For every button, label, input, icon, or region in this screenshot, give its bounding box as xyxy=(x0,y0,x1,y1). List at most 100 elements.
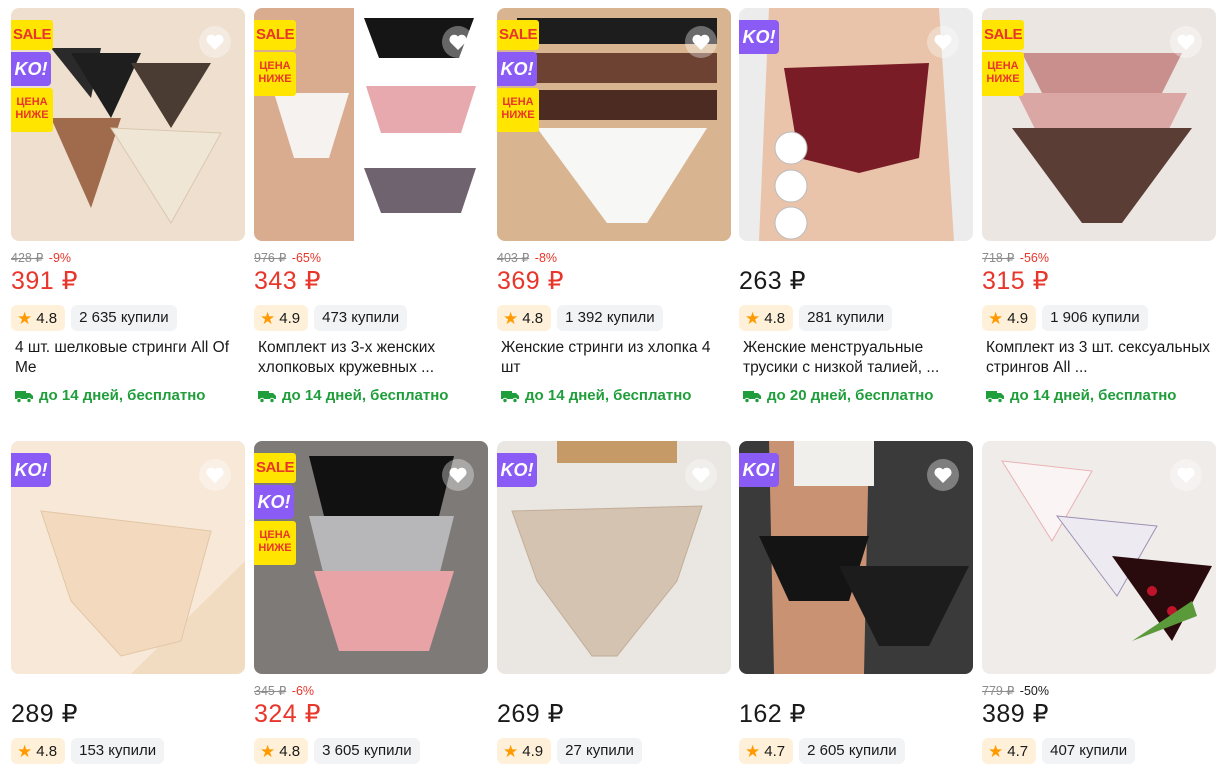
bought-count: 2 635 купили xyxy=(71,305,177,331)
product-card[interactable]: SALE KO! ЦЕНА НИЖЕ 403 ₽ -8% 369 ₽ ★ 4.8 1… xyxy=(497,8,731,404)
favorite-button[interactable] xyxy=(199,459,231,491)
product-title-link[interactable]: Комплект из 3-х женских хлопковых кружев… xyxy=(258,339,435,376)
old-price: 779 ₽ xyxy=(982,684,1015,698)
product-card[interactable]: 779 ₽ -50% 389 ₽ ★ 4.7 407 купили xyxy=(982,441,1216,764)
rating-badge: ★ 4.8 xyxy=(254,738,309,764)
favorite-button[interactable] xyxy=(927,26,959,58)
rating-badge: ★ 4.8 xyxy=(497,305,552,331)
favorite-button[interactable] xyxy=(685,26,717,58)
rating-badge: ★ 4.7 xyxy=(739,738,794,764)
product-title-link[interactable]: Женские стринги из хлопка 4 шт xyxy=(501,339,710,376)
product-title-link[interactable]: 4 шт. шелковые стринги All Of Me xyxy=(15,339,229,376)
lower-price-badge: ЦЕНА НИЖЕ xyxy=(254,521,296,565)
old-price: 428 ₽ xyxy=(11,251,44,265)
product-title-link[interactable]: Комплект из 3 шт. сексуальных стрингов A… xyxy=(986,339,1210,376)
truck-icon xyxy=(258,390,276,403)
lower-price-badge: ЦЕНА НИЖЕ xyxy=(982,52,1024,96)
heart-icon xyxy=(692,467,710,483)
favorite-button[interactable] xyxy=(442,26,474,58)
sale-badge: SALE xyxy=(982,20,1024,50)
sale-badge: SALE xyxy=(497,20,539,50)
product-image[interactable]: KO! xyxy=(497,441,731,674)
truck-icon xyxy=(501,390,519,403)
product-card[interactable]: KO! 289 ₽ ★ 4.8 153 купили xyxy=(11,441,245,764)
current-price: 343 ₽ xyxy=(254,267,322,295)
current-price: 263 ₽ xyxy=(739,267,807,295)
old-price-row xyxy=(739,683,973,699)
product-card[interactable]: SALE ЦЕНА НИЖЕ 718 ₽ -56% 315 ₽ ★ 4.9 1 90… xyxy=(982,8,1216,404)
favorite-button[interactable] xyxy=(1170,26,1202,58)
product-image[interactable]: KO! xyxy=(11,441,245,674)
truck-icon xyxy=(986,390,1004,403)
product-image[interactable]: SALE KO! ЦЕНА НИЖЕ xyxy=(497,8,731,241)
ko-badge: KO! xyxy=(497,52,537,86)
product-image[interactable] xyxy=(982,441,1216,674)
heart-icon xyxy=(449,467,467,483)
favorite-button[interactable] xyxy=(442,459,474,491)
favorite-button[interactable] xyxy=(199,26,231,58)
old-price-row: 428 ₽ -9% xyxy=(11,250,245,266)
favorite-button[interactable] xyxy=(1170,459,1202,491)
heart-icon xyxy=(1177,467,1195,483)
old-price: 976 ₽ xyxy=(254,251,287,265)
product-image[interactable]: SALE KO! ЦЕНА НИЖЕ xyxy=(254,441,488,674)
star-icon: ★ xyxy=(17,308,33,328)
current-price: 391 ₽ xyxy=(11,267,79,295)
product-image[interactable]: KO! xyxy=(739,441,973,674)
product-card[interactable]: SALE ЦЕНА НИЖЕ 976 ₽ -65% 343 ₽ ★ 4.9 473 … xyxy=(254,8,488,404)
heart-icon xyxy=(206,467,224,483)
ko-badge: KO! xyxy=(739,453,779,487)
ko-badge: KO! xyxy=(739,20,779,54)
ko-badge: KO! xyxy=(254,485,294,519)
lower-price-badge: ЦЕНА НИЖЕ xyxy=(497,88,539,132)
delivery-info: до 20 дней, бесплатно xyxy=(739,387,973,404)
product-title-link[interactable]: Женские менструальные трусики с низкой т… xyxy=(743,339,939,376)
star-icon: ★ xyxy=(988,308,1004,328)
bought-count: 2 605 купили xyxy=(799,738,905,764)
star-icon: ★ xyxy=(745,741,761,761)
rating-badge: ★ 4.9 xyxy=(254,305,309,331)
current-price: 162 ₽ xyxy=(739,700,807,728)
delivery-info: до 14 дней, бесплатно xyxy=(11,387,245,404)
product-card[interactable]: SALE KO! ЦЕНА НИЖЕ 345 ₽ -6% 324 ₽ ★ 4.8 3… xyxy=(254,441,488,764)
favorite-button[interactable] xyxy=(685,459,717,491)
bought-count: 1 392 купили xyxy=(557,305,663,331)
favorite-button[interactable] xyxy=(927,459,959,491)
current-price: 324 ₽ xyxy=(254,700,322,728)
old-price: 403 ₽ xyxy=(497,251,530,265)
heart-icon xyxy=(1177,34,1195,50)
old-price-row: 779 ₽ -50% xyxy=(982,683,1216,699)
star-icon: ★ xyxy=(503,308,519,328)
rating-badge: ★ 4.8 xyxy=(11,305,66,331)
bought-count: 281 купили xyxy=(799,305,893,331)
product-card[interactable]: SALE KO! ЦЕНА НИЖЕ 428 ₽ -9% 391 ₽ ★ 4.8 2… xyxy=(11,8,245,404)
delivery-info: до 14 дней, бесплатно xyxy=(254,387,488,404)
discount-label: -8% xyxy=(534,251,558,265)
product-image[interactable]: SALE ЦЕНА НИЖЕ xyxy=(254,8,488,241)
product-image[interactable]: KO! xyxy=(739,8,973,241)
rating-badge: ★ 4.8 xyxy=(11,738,66,764)
product-image[interactable]: SALE KO! ЦЕНА НИЖЕ xyxy=(11,8,245,241)
current-price: 269 ₽ xyxy=(497,700,565,728)
star-icon: ★ xyxy=(17,741,33,761)
bought-count: 473 купили xyxy=(314,305,408,331)
old-price-row xyxy=(11,683,245,699)
old-price-row: 403 ₽ -8% xyxy=(497,250,731,266)
current-price: 315 ₽ xyxy=(982,267,1050,295)
heart-icon xyxy=(692,34,710,50)
delivery-info: до 14 дней, бесплатно xyxy=(982,387,1216,404)
product-image[interactable]: SALE ЦЕНА НИЖЕ xyxy=(982,8,1216,241)
star-icon: ★ xyxy=(988,741,1004,761)
old-price: 345 ₽ xyxy=(254,684,287,698)
star-icon: ★ xyxy=(260,741,276,761)
old-price: 718 ₽ xyxy=(982,251,1015,265)
product-card[interactable]: KO! 162 ₽ ★ 4.7 2 605 купили xyxy=(739,441,973,764)
product-card[interactable]: KO! 263 ₽ ★ 4.8 281 купили Женские менстр… xyxy=(739,8,973,404)
heart-icon xyxy=(934,34,952,50)
old-price-row: 718 ₽ -56% xyxy=(982,250,1216,266)
discount-label: -6% xyxy=(291,684,315,698)
old-price-row: 345 ₽ -6% xyxy=(254,683,488,699)
bought-count: 153 купили xyxy=(71,738,165,764)
rating-badge: ★ 4.9 xyxy=(982,305,1037,331)
product-card[interactable]: KO! 269 ₽ ★ 4.9 27 купили xyxy=(497,441,731,764)
